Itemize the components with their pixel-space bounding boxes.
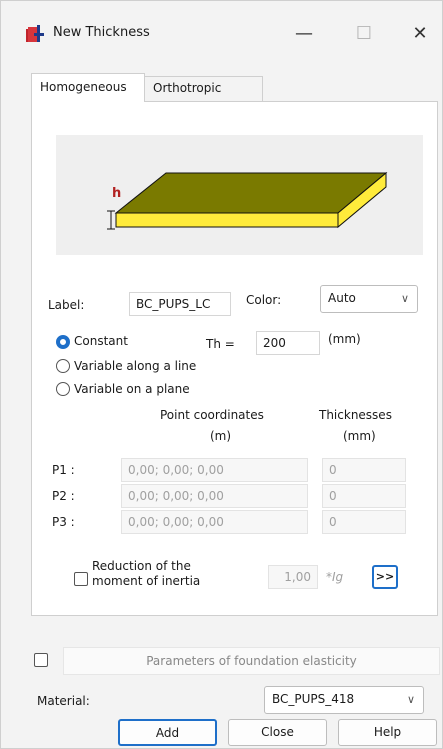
- more-options-button[interactable]: >>: [372, 565, 398, 589]
- radio-variable-line-label: Variable along a line: [74, 359, 197, 373]
- reduction-unit: *Ig: [326, 570, 344, 584]
- point-thickness-input[interactable]: 0: [322, 484, 406, 508]
- point-coords-input[interactable]: 0,00; 0,00; 0,00: [121, 510, 308, 534]
- reduction-label: Reduction of the moment of inertia: [92, 559, 200, 589]
- reduction-value-input[interactable]: 1,00: [268, 565, 318, 589]
- th-caption: Th =: [206, 337, 235, 351]
- coordinates-unit: (m): [210, 429, 232, 443]
- foundation-checkbox[interactable]: [34, 653, 48, 667]
- point-label: P1 :: [52, 463, 75, 477]
- radio-constant[interactable]: [56, 335, 70, 349]
- help-button[interactable]: Help: [338, 719, 437, 746]
- color-caption: Color:: [246, 293, 282, 307]
- radio-variable-plane[interactable]: [56, 382, 70, 396]
- chevron-down-icon: ∨: [400, 292, 409, 305]
- material-select-value: BC_PUPS_418: [272, 692, 355, 706]
- point-label: P2 :: [52, 489, 75, 503]
- tab-homogeneous[interactable]: Homogeneous: [31, 73, 145, 102]
- label-input[interactable]: BC_PUPS_LC: [129, 292, 231, 316]
- th-unit: (mm): [328, 332, 361, 346]
- radio-constant-label: Constant: [74, 334, 128, 348]
- homogeneous-panel: h Label: BC_PUPS_LC Color: Auto ∨ Consta…: [31, 101, 438, 616]
- window-title: New Thickness: [53, 25, 150, 40]
- plate-illustration: h: [107, 171, 388, 230]
- reduction-label-line2: moment of inertia: [92, 574, 201, 588]
- thicknesses-header: Thicknesses: [319, 408, 392, 422]
- radio-variable-plane-label: Variable on a plane: [74, 382, 190, 396]
- add-button[interactable]: Add: [118, 719, 217, 746]
- close-window-button[interactable]: ✕: [397, 15, 443, 51]
- radio-variable-line[interactable]: [56, 359, 70, 373]
- reduction-label-line1: Reduction of the: [92, 559, 191, 573]
- point-label: P3 :: [52, 515, 75, 529]
- app-icon: [26, 25, 44, 42]
- coordinates-header: Point coordinates: [160, 408, 264, 422]
- minimize-button[interactable]: —: [281, 15, 327, 51]
- point-coords-input[interactable]: 0,00; 0,00; 0,00: [121, 484, 308, 508]
- maximize-button[interactable]: ☐: [341, 15, 387, 51]
- material-caption: Material:: [37, 694, 90, 708]
- material-select[interactable]: BC_PUPS_418 ∨: [264, 686, 424, 714]
- height-label: h: [112, 186, 121, 201]
- chevron-down-icon: ∨: [406, 693, 415, 706]
- title-bar[interactable]: New Thickness — ☐ ✕: [1, 1, 442, 63]
- thicknesses-unit: (mm): [343, 429, 376, 443]
- color-select-value: Auto: [328, 291, 356, 305]
- point-thickness-input[interactable]: 0: [322, 510, 406, 534]
- thickness-preview: h: [56, 135, 423, 255]
- close-button[interactable]: Close: [228, 719, 327, 746]
- label-caption: Label:: [48, 298, 85, 312]
- color-select[interactable]: Auto ∨: [320, 285, 418, 313]
- th-input[interactable]: 200: [256, 331, 320, 355]
- foundation-parameters-button[interactable]: Parameters of foundation elasticity: [63, 647, 440, 675]
- reduction-checkbox[interactable]: [74, 572, 88, 586]
- point-thickness-input[interactable]: 0: [322, 458, 406, 482]
- tab-orthotropic[interactable]: Orthotropic: [145, 76, 263, 101]
- point-coords-input[interactable]: 0,00; 0,00; 0,00: [121, 458, 308, 482]
- new-thickness-dialog: New Thickness — ☐ ✕ Homogeneous Orthotro…: [0, 0, 443, 749]
